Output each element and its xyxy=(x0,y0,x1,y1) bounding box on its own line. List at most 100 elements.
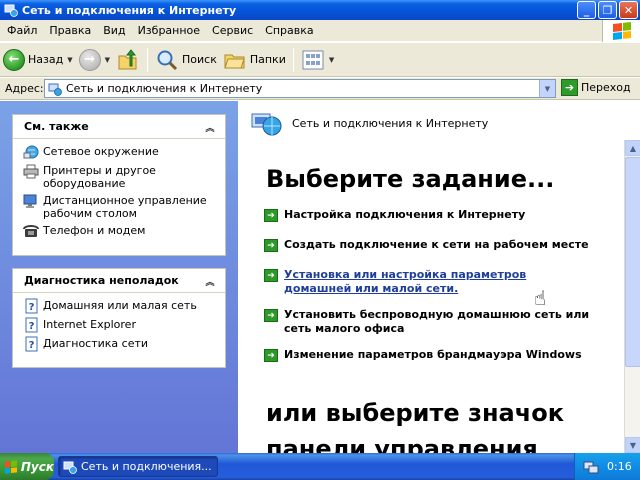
task-workplace-connection[interactable]: ➔ Создать подключение к сети на рабочем … xyxy=(264,238,604,252)
svg-text:?: ? xyxy=(29,340,35,351)
views-button[interactable]: ▼ xyxy=(298,45,337,75)
up-folder-button[interactable] xyxy=(113,45,143,75)
green-arrow-icon: ➔ xyxy=(264,239,278,252)
globe-network-icon xyxy=(23,145,39,159)
see-also-panel: См. также ︽ Сетевое окружение Принтеры и… xyxy=(12,114,226,256)
folders-button[interactable]: Папки xyxy=(220,45,289,75)
toolbar-separator xyxy=(147,47,148,72)
window-title: Сеть и подключения к Интернету xyxy=(22,3,237,17)
collapse-icon[interactable]: ︽ xyxy=(203,274,217,288)
system-tray: 0:16 xyxy=(574,453,640,480)
menu-favorites[interactable]: Избранное xyxy=(132,20,206,42)
see-also-item-network-places[interactable]: Сетевое окружение xyxy=(23,145,225,160)
troubleshooter-label: Internet Explorer xyxy=(43,318,136,331)
see-also-item-printers[interactable]: Принтеры и другое оборудование xyxy=(23,164,225,190)
folders-icon xyxy=(224,54,245,68)
restore-button[interactable]: ❐ xyxy=(598,1,617,19)
address-bar: Адрес: Сеть и подключения к Интернету ▼ … xyxy=(0,78,640,100)
back-button[interactable]: ← Назад ▼ xyxy=(0,45,76,75)
address-dropdown-button[interactable]: ▼ xyxy=(539,80,555,97)
toolbar: ← Назад ▼ → ▼ Поиск Папки ▼ xyxy=(0,43,640,77)
see-also-label: Телефон и модем xyxy=(43,224,146,237)
task-pane: См. также ︽ Сетевое окружение Принтеры и… xyxy=(0,101,238,453)
network-internet-icon xyxy=(251,113,282,136)
vertical-scrollbar[interactable]: ▲ ▼ xyxy=(624,140,640,453)
phone-modem-icon xyxy=(23,225,39,237)
hand-pointer-icon: ☝ xyxy=(534,286,547,310)
menu-help[interactable]: Справка xyxy=(259,20,319,42)
see-also-item-phone-modem[interactable]: Телефон и модем xyxy=(23,224,225,239)
clock[interactable]: 0:16 xyxy=(607,460,632,473)
svg-text:?: ? xyxy=(29,302,35,313)
help-document-icon: ? xyxy=(25,298,38,314)
see-also-title: См. также xyxy=(24,120,89,133)
forward-arrow-icon: → xyxy=(78,48,101,71)
network-connections-icon xyxy=(4,4,18,17)
back-label: Назад xyxy=(28,53,64,66)
scroll-thumb[interactable] xyxy=(625,157,640,367)
address-value: Сеть и подключения к Интернету xyxy=(66,82,263,95)
pick-task-heading: Выберите задание... xyxy=(266,165,555,193)
see-also-item-remote-desktop[interactable]: Дистанционное управление рабочим столом xyxy=(23,194,225,220)
network-connections-icon xyxy=(63,461,77,474)
taskbar: Пуск Сеть и подключения... 0:16 xyxy=(0,453,640,480)
category-header: Сеть и подключения к Интернету xyxy=(250,108,488,138)
chevron-down-icon[interactable]: ▼ xyxy=(67,56,72,64)
task-label: Изменение параметров брандмауэра Windows xyxy=(284,348,582,361)
scroll-up-button[interactable]: ▲ xyxy=(625,140,640,156)
troubleshooter-label: Диагностика сети xyxy=(43,337,149,350)
task-firewall-settings[interactable]: ➔ Изменение параметров брандмауэра Windo… xyxy=(264,348,604,362)
menu-file[interactable]: Файл xyxy=(0,20,43,42)
network-connections-icon xyxy=(48,83,62,96)
troubleshooter-internet-explorer[interactable]: ? Internet Explorer xyxy=(23,317,225,333)
toolbar-separator xyxy=(292,47,294,72)
forward-button[interactable]: → ▼ xyxy=(76,45,113,75)
menu-bar: Файл Правка Вид Избранное Сервис Справка xyxy=(0,20,640,42)
folders-label: Папки xyxy=(249,53,286,66)
windows-logo-icon xyxy=(602,20,640,42)
folder-up-icon xyxy=(118,48,137,69)
go-arrow-icon: ➔ xyxy=(561,79,578,96)
menu-view[interactable]: Вид xyxy=(97,20,131,42)
taskbar-window-label: Сеть и подключения... xyxy=(81,460,212,473)
control-panel-heading: панели управления xyxy=(266,435,538,453)
troubleshooting-header[interactable]: Диагностика неполадок ︽ xyxy=(13,269,225,293)
windows-logo-icon xyxy=(5,459,17,474)
green-arrow-icon: ➔ xyxy=(264,309,278,322)
go-button[interactable]: ➔ Переход xyxy=(561,79,631,96)
task-wireless-network[interactable]: ➔ Установить беспроводную домашнюю сеть … xyxy=(264,308,594,336)
content-pane: Сеть и подключения к Интернету Выберите … xyxy=(238,101,624,453)
remote-desktop-icon xyxy=(23,194,37,208)
see-also-label: Дистанционное управление рабочим столом xyxy=(43,194,207,220)
chevron-down-icon[interactable]: ▼ xyxy=(105,56,110,64)
task-internet-connection[interactable]: ➔ Настройка подключения к Интернету xyxy=(264,208,604,222)
printer-icon xyxy=(23,164,39,179)
troubleshooter-home-network[interactable]: ? Домашняя или малая сеть xyxy=(23,298,225,314)
menu-tools[interactable]: Сервис xyxy=(206,20,259,42)
taskbar-window-button[interactable]: Сеть и подключения... xyxy=(58,456,218,477)
collapse-icon[interactable]: ︽ xyxy=(203,120,217,134)
troubleshooting-panel: Диагностика неполадок ︽ ? Домашняя или м… xyxy=(12,268,226,368)
go-label: Переход xyxy=(581,81,631,94)
task-label: Создать подключение к сети на рабочем ме… xyxy=(284,238,589,251)
see-also-label: Принтеры и другое оборудование xyxy=(43,164,156,190)
task-label: Настройка подключения к Интернету xyxy=(284,208,526,221)
see-also-label: Сетевое окружение xyxy=(43,145,159,158)
chevron-down-icon[interactable]: ▼ xyxy=(329,56,334,64)
address-field[interactable]: Сеть и подключения к Интернету ▼ xyxy=(44,79,556,98)
menu-edit[interactable]: Правка xyxy=(43,20,97,42)
category-title: Сеть и подключения к Интернету xyxy=(292,116,489,130)
network-tray-icon[interactable] xyxy=(583,459,599,475)
close-button[interactable]: ✕ xyxy=(619,1,638,19)
address-label: Адрес: xyxy=(5,82,44,95)
search-label: Поиск xyxy=(182,53,217,66)
search-button[interactable]: Поиск xyxy=(152,45,220,75)
see-also-header[interactable]: См. также ︽ xyxy=(13,115,225,139)
help-document-icon: ? xyxy=(25,317,38,333)
back-arrow-icon: ← xyxy=(3,48,25,71)
scroll-down-button[interactable]: ▼ xyxy=(625,437,640,453)
green-arrow-icon: ➔ xyxy=(264,349,278,362)
start-button[interactable]: Пуск xyxy=(0,453,54,480)
minimize-button[interactable]: _ xyxy=(577,1,596,19)
troubleshooter-network-diagnostics[interactable]: ? Диагностика сети xyxy=(23,336,225,352)
